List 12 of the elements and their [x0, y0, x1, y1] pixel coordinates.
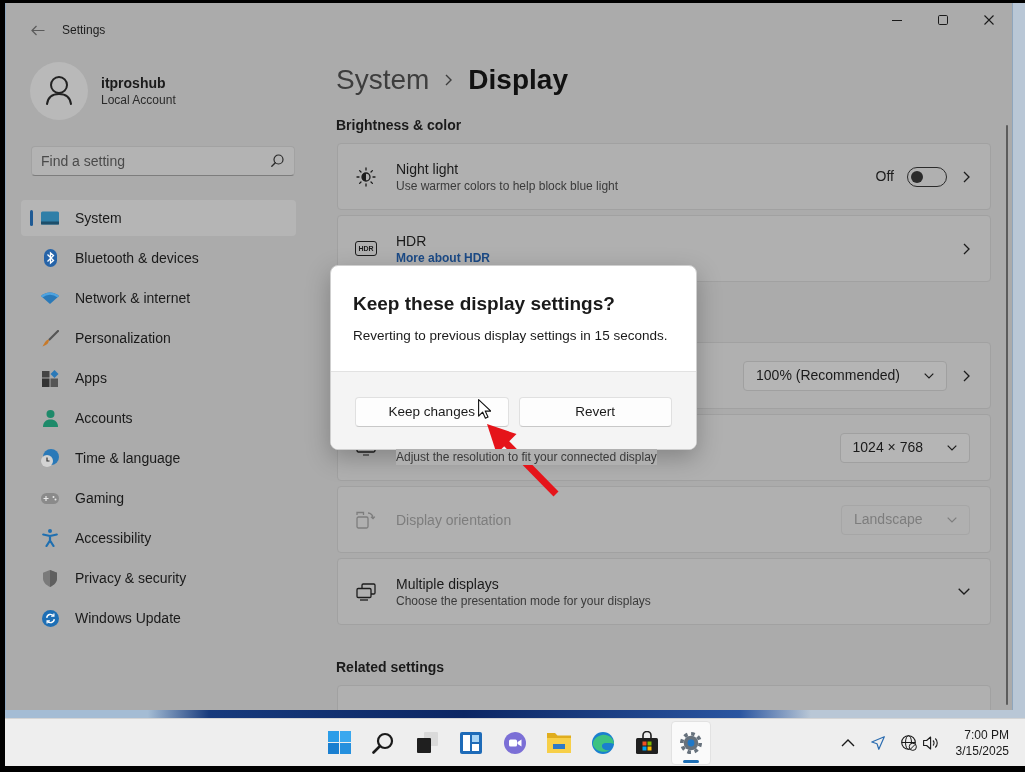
setting-title: Multiple displays — [396, 574, 499, 593]
toggle-state-label: Off — [875, 167, 894, 186]
account-type: Local Account — [101, 92, 176, 108]
section-heading: Brightness & color — [336, 116, 463, 135]
window-title: Settings — [62, 22, 106, 38]
section-heading: Related settings — [336, 658, 446, 677]
setting-title: Night light — [396, 159, 459, 178]
user-name: itproshub — [101, 74, 167, 92]
setting-title: HDR — [396, 231, 427, 250]
dialog-message: Reverting to previous display settings in 15 seconds. — [353, 327, 669, 345]
dialog-title: Keep these display settings? — [353, 292, 616, 316]
page-title: Display — [468, 63, 568, 97]
